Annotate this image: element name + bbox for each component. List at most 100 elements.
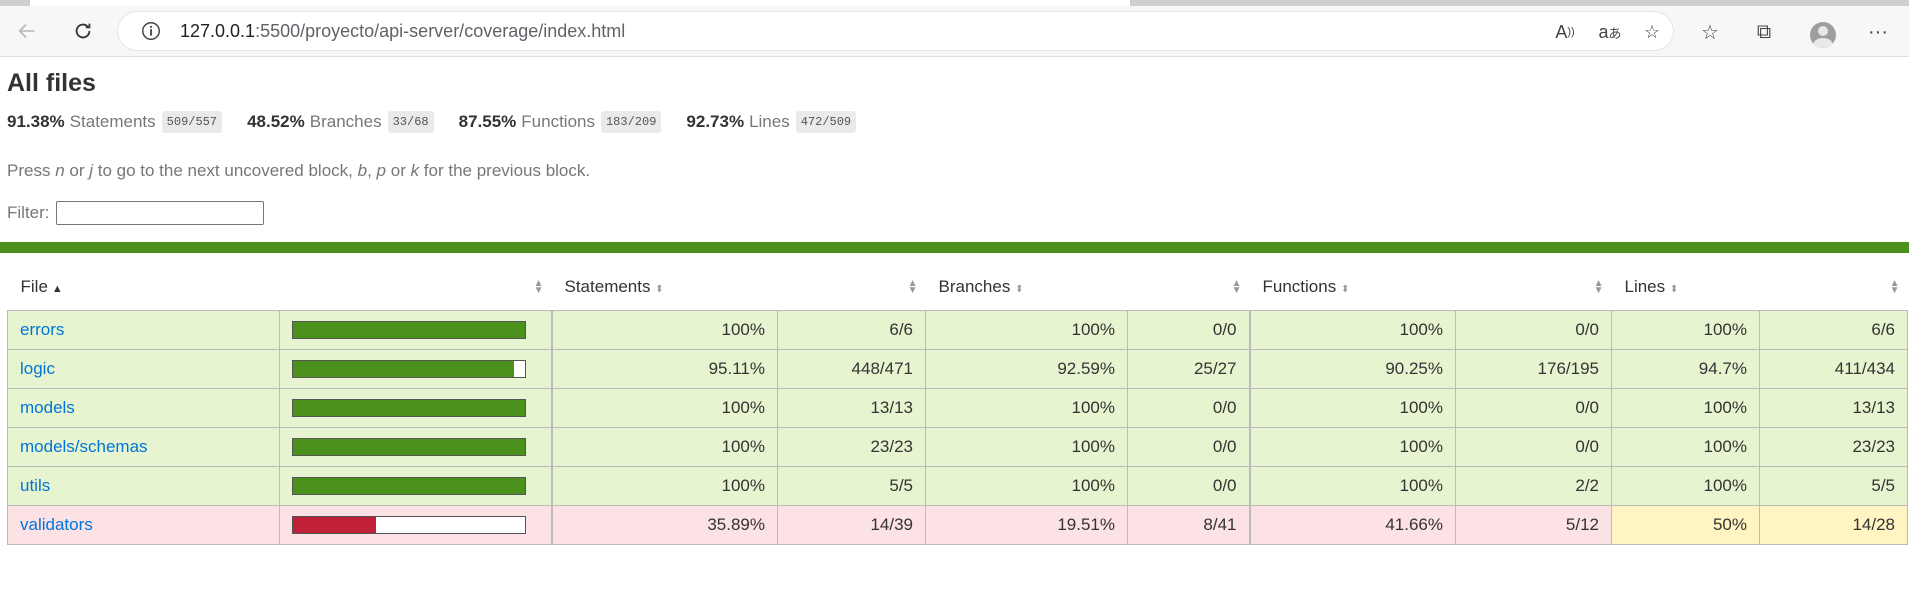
- file-link[interactable]: errors: [20, 320, 64, 339]
- table-row: logic 95.11% 448/471 92.59% 25/27 90.25%…: [7, 349, 1908, 389]
- coverage-bar-fill: [293, 517, 377, 533]
- coverage-bar: [292, 399, 526, 417]
- statements-pct: 95.11%: [550, 349, 778, 389]
- functions-pct: 100%: [1248, 466, 1456, 506]
- address-bar[interactable]: 127.0.0.1:5500/proyecto/api-server/cover…: [118, 12, 1673, 50]
- branches-fraction: 0/0: [1127, 466, 1250, 506]
- profile-avatar[interactable]: [1810, 22, 1836, 48]
- header-statements-raw[interactable]: ▲ ▼: [778, 263, 926, 311]
- coverage-status-bar: [0, 242, 1909, 253]
- summary-label: Functions: [521, 112, 595, 131]
- file-link[interactable]: logic: [20, 359, 55, 378]
- table-row: models 100% 13/13 100% 0/0 100% 0/0 100%…: [7, 388, 1908, 428]
- more-menu-icon[interactable]: ···: [1865, 19, 1891, 45]
- summary-functions: 87.55% Functions 183/209: [459, 111, 662, 133]
- header-functions-raw[interactable]: ▲ ▼: [1456, 263, 1612, 311]
- table-row: models/schemas 100% 23/23 100% 0/0 100% …: [7, 427, 1908, 467]
- coverage-bar: [292, 477, 526, 495]
- url-path: :5500/proyecto/api-server/coverage/index…: [255, 21, 626, 41]
- lines-pct: 100%: [1611, 310, 1760, 350]
- refresh-button[interactable]: [66, 14, 100, 48]
- hint-key: n: [55, 161, 65, 180]
- header-functions[interactable]: Functions ⬍: [1250, 263, 1456, 311]
- coverage-bar: [292, 438, 526, 456]
- functions-pct: 100%: [1248, 310, 1456, 350]
- header-branches[interactable]: Branches ⬍: [926, 263, 1128, 311]
- statements-fraction: 5/5: [777, 466, 926, 506]
- statements-fraction: 23/23: [777, 427, 926, 467]
- header-label: File: [20, 276, 48, 296]
- back-button[interactable]: [10, 14, 44, 48]
- coverage-bar-cell: [279, 310, 552, 350]
- back-arrow-icon: [18, 23, 35, 39]
- coverage-bar-cell: [279, 388, 552, 428]
- coverage-bar-fill: [293, 322, 525, 338]
- translate-icon[interactable]: aあ: [1598, 20, 1622, 44]
- branches-fraction: 0/0: [1127, 388, 1250, 428]
- branches-pct: 19.51%: [925, 505, 1128, 545]
- address-url[interactable]: 127.0.0.1:5500/proyecto/api-server/cover…: [180, 20, 625, 42]
- read-aloud-icon[interactable]: A)): [1553, 20, 1577, 44]
- coverage-bar: [292, 321, 526, 339]
- hint-text: ,: [367, 161, 377, 180]
- header-label: Functions: [1262, 276, 1337, 296]
- filter-input[interactable]: [55, 201, 264, 225]
- file-link[interactable]: models: [20, 398, 75, 417]
- functions-fraction: 0/0: [1455, 310, 1612, 350]
- site-info-icon[interactable]: [140, 20, 162, 42]
- file-link[interactable]: utils: [20, 476, 50, 495]
- summary-fraction: 33/68: [387, 111, 434, 133]
- statements-pct: 100%: [550, 427, 778, 467]
- functions-pct: 90.25%: [1248, 349, 1456, 389]
- summary-fraction: 183/209: [600, 111, 662, 133]
- header-file[interactable]: File ▲: [8, 263, 280, 311]
- coverage-bar-cell: [279, 349, 552, 389]
- lines-fraction: 411/434: [1759, 349, 1908, 389]
- coverage-bar: [292, 360, 526, 378]
- functions-fraction: 176/195: [1455, 349, 1612, 389]
- sort-icon: ▲ ▼: [1593, 278, 1604, 296]
- summary-pct: 87.55%: [458, 112, 517, 131]
- statements-fraction: 6/6: [777, 310, 926, 350]
- functions-fraction: 5/12: [1455, 505, 1612, 545]
- browser-toolbar: 127.0.0.1:5500/proyecto/api-server/cover…: [0, 6, 1909, 57]
- sort-icon: ▲ ▼: [533, 278, 544, 296]
- header-lines-raw[interactable]: ▲ ▼: [1760, 263, 1908, 311]
- header-lines[interactable]: Lines ⬍: [1612, 263, 1760, 311]
- functions-pct: 100%: [1248, 388, 1456, 428]
- coverage-summary: 91.38% Statements 509/557 48.52% Branche…: [7, 110, 881, 134]
- coverage-bar-fill: [293, 439, 525, 455]
- hint-key: k: [410, 161, 420, 180]
- sort-asc-icon: ▲: [51, 282, 63, 295]
- file-link[interactable]: models/schemas: [20, 437, 148, 456]
- coverage-bar-cell: [279, 505, 552, 545]
- add-favorite-icon[interactable]: ☆: [1640, 20, 1664, 44]
- statements-fraction: 13/13: [777, 388, 926, 428]
- url-host: 127.0.0.1: [180, 21, 256, 41]
- table-row: errors 100% 6/6 100% 0/0 100% 0/0 100% 6…: [7, 310, 1908, 350]
- summary-label: Lines: [749, 112, 790, 131]
- favorites-icon[interactable]: ☆: [1697, 19, 1723, 45]
- header-statements[interactable]: Statements ⬍: [552, 263, 778, 311]
- coverage-table: File ▲ ▲ ▼ Statements ⬍ ▲ ▼ Branches ⬍ ▲ ▼ F…: [7, 263, 1908, 545]
- coverage-bar: [292, 516, 526, 534]
- summary-pct: 92.73%: [686, 112, 745, 131]
- summary-label: Statements: [69, 112, 156, 131]
- header-file-bar[interactable]: ▲ ▼: [280, 263, 552, 311]
- sort-icon: ▲ ▼: [1889, 278, 1900, 296]
- header-label: Lines: [1624, 276, 1666, 296]
- keyboard-hint: Press n or j to go to the next uncovered…: [7, 161, 590, 181]
- hint-text: for the previous block.: [419, 161, 591, 180]
- table-row: validators 35.89% 14/39 19.51% 8/41 41.6…: [7, 505, 1908, 545]
- summary-label: Branches: [309, 112, 382, 131]
- filter-row: Filter:: [7, 201, 264, 225]
- collections-icon[interactable]: ⧉: [1751, 19, 1777, 45]
- coverage-bar-cell: [279, 466, 552, 506]
- file-cell: logic: [7, 349, 280, 389]
- header-branches-raw[interactable]: ▲ ▼: [1128, 263, 1250, 311]
- file-link[interactable]: validators: [20, 515, 93, 534]
- sort-icon: ⬍: [1015, 283, 1024, 295]
- functions-fraction: 0/0: [1455, 388, 1612, 428]
- statements-pct: 100%: [550, 310, 778, 350]
- file-cell: utils: [7, 466, 280, 506]
